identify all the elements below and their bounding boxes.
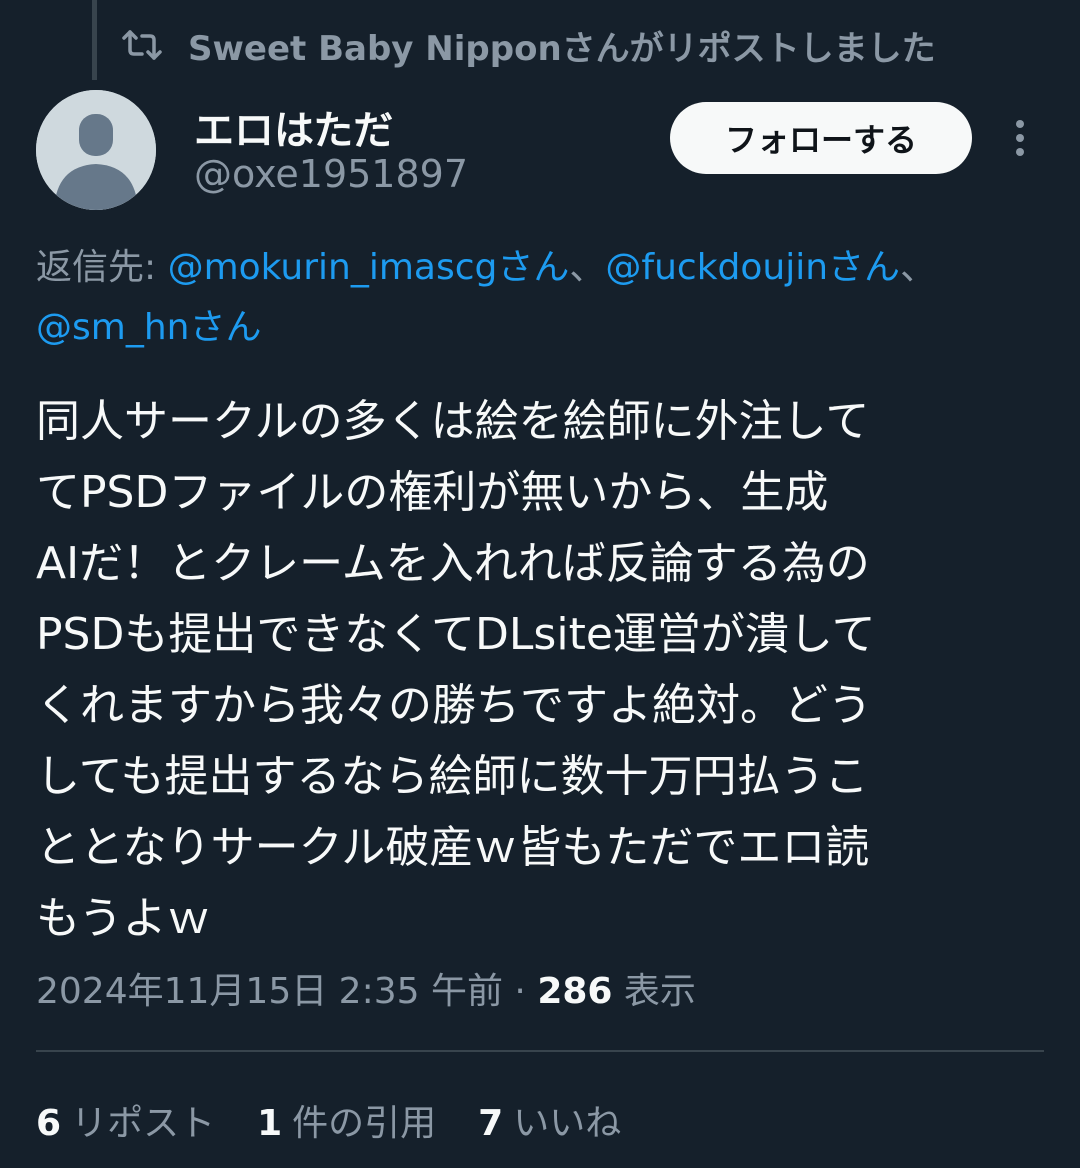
engagement-stats: 6 リポスト 1 件の引用 7 いいね (36, 1094, 621, 1146)
tweet-timestamp[interactable]: 2024年11月15日 2:35 午前 (36, 971, 503, 1012)
default-avatar-icon (36, 90, 156, 210)
reply-to-line: 返信先: @mokurin_imascgさん、@fuckdoujinさん、 @sm… (36, 238, 1046, 358)
stat-quotes[interactable]: 1 件の引用 (257, 1094, 436, 1146)
views-label: 表示 (612, 971, 696, 1012)
tweet-line: ととなりサークル破産ｗ皆もただでエロ読 (36, 822, 870, 873)
repost-icon (122, 28, 162, 62)
tweet-line: もうよｗ (36, 893, 211, 944)
divider (36, 1050, 1044, 1052)
stat-label: リポスト (71, 1103, 216, 1144)
tweet-line: しても提出するなら絵師に数十万円払うこ (36, 751, 869, 802)
tweet-line: 同人サークルの多くは絵を絵師に外注して (36, 396, 870, 447)
stat-count: 1 (257, 1103, 283, 1144)
stat-reposts[interactable]: 6 リポスト (36, 1094, 215, 1146)
tweet-line: てPSDファイルの権利が無いから、生成 (36, 467, 829, 518)
reply-to-prefix: 返信先: (36, 247, 168, 288)
mention-link[interactable]: @mokurin_imascgさん (168, 247, 570, 288)
stat-count: 6 (36, 1103, 62, 1144)
more-vertical-icon[interactable] (1000, 114, 1040, 162)
stat-label: 件の引用 (292, 1103, 437, 1144)
author-name[interactable]: エロはただ (194, 98, 393, 156)
tweet-text: 同人サークルの多くは絵を絵師に外注して てPSDファイルの権利が無いから、生成 … (36, 386, 1026, 954)
stat-label: いいね (513, 1103, 622, 1144)
mention-link[interactable]: @fuckdoujinさん (605, 247, 900, 288)
thread-connector-line (92, 0, 97, 80)
mention-link[interactable]: @sm_hnさん (36, 307, 261, 348)
stat-count: 7 (478, 1103, 504, 1144)
follow-button[interactable]: フォローする (670, 102, 972, 174)
repost-context[interactable]: Sweet Baby Nipponさんがリポストしました (122, 20, 936, 70)
stat-likes[interactable]: 7 いいね (478, 1094, 621, 1146)
tweet-line: くれますから我々の勝ちですよ絶対。どう (36, 680, 872, 731)
tweet-line: AIだ！とクレームを入れれば反論する為の (36, 538, 870, 589)
repost-context-text: Sweet Baby Nipponさんがリポストしました (188, 28, 936, 69)
meta-dot: · (502, 971, 538, 1012)
tweet-meta: 2024年11月15日 2:35 午前 · 286 表示 (36, 962, 696, 1014)
mention-separator: 、 (900, 247, 937, 288)
mention-separator: 、 (569, 247, 606, 288)
author-handle[interactable]: @oxe1951897 (194, 152, 468, 196)
tweet-line: PSDも提出できなくてDLsite運営が潰して (36, 609, 876, 660)
author-avatar[interactable] (36, 90, 156, 210)
views-count[interactable]: 286 (537, 971, 612, 1012)
